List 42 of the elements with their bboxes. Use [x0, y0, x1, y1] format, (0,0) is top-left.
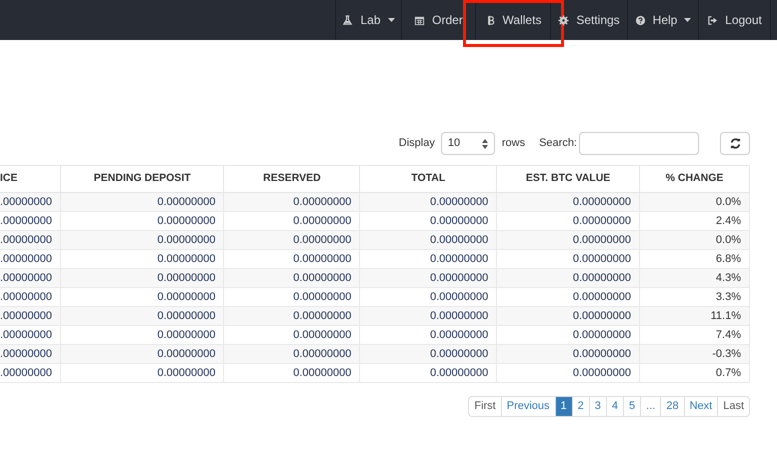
- page-link[interactable]: 5: [623, 397, 640, 416]
- column-header[interactable]: PENDING DEPOSIT: [60, 166, 224, 192]
- page-link[interactable]: 2: [572, 397, 589, 416]
- calendar-icon: [414, 14, 426, 26]
- settings-icon: [558, 14, 570, 26]
- search-field[interactable]: [579, 132, 699, 155]
- nav-link[interactable]: Help: [628, 0, 699, 40]
- table-cell: 0.00000000: [360, 364, 497, 382]
- logout-icon: [707, 14, 718, 26]
- help-icon: [634, 14, 646, 26]
- table-cell: 0.00000000: [60, 364, 224, 382]
- page-link[interactable]: ...: [640, 397, 660, 416]
- rows-label: rows: [502, 136, 526, 152]
- page-link[interactable]: Last: [717, 397, 749, 416]
- refresh-icon: [730, 138, 740, 149]
- page-link[interactable]: First: [469, 397, 501, 416]
- nav-link[interactable]: Order: [402, 0, 476, 40]
- nav-link[interactable]: Settings: [551, 0, 628, 40]
- caret-icon: [684, 18, 692, 22]
- nav-link[interactable]: Lab: [336, 0, 402, 40]
- page-link[interactable]: 3: [588, 397, 606, 416]
- nav-link[interactable]: Logout: [699, 0, 771, 40]
- page-link[interactable]: 28: [660, 397, 684, 416]
- rows-select[interactable]: 10: [440, 132, 495, 155]
- nav-link[interactable]: Wallets: [476, 0, 551, 40]
- table-cell: 0.00000000: [496, 364, 640, 382]
- column-header[interactable]: EST. BTC VALUE: [496, 166, 640, 192]
- display-label: Display: [398, 136, 435, 152]
- table-cell: 0.00000000: [224, 364, 360, 382]
- page-link[interactable]: 1: [554, 397, 572, 416]
- column-header[interactable]: TOTAL: [360, 166, 497, 192]
- flask-icon: [342, 14, 354, 26]
- search-label: Search:: [539, 136, 577, 152]
- page-link[interactable]: 4: [606, 397, 624, 416]
- caret-icon: [388, 18, 395, 22]
- table-cell: .00000000: [0, 364, 60, 382]
- spinner-icon: [482, 138, 488, 148]
- column-header[interactable]: % CHANGE: [640, 166, 750, 192]
- page-link[interactable]: Next: [684, 397, 718, 416]
- refresh-button[interactable]: [720, 132, 750, 155]
- column-header[interactable]: RESERVED: [224, 166, 360, 192]
- table-cell: 0.7%: [640, 364, 750, 382]
